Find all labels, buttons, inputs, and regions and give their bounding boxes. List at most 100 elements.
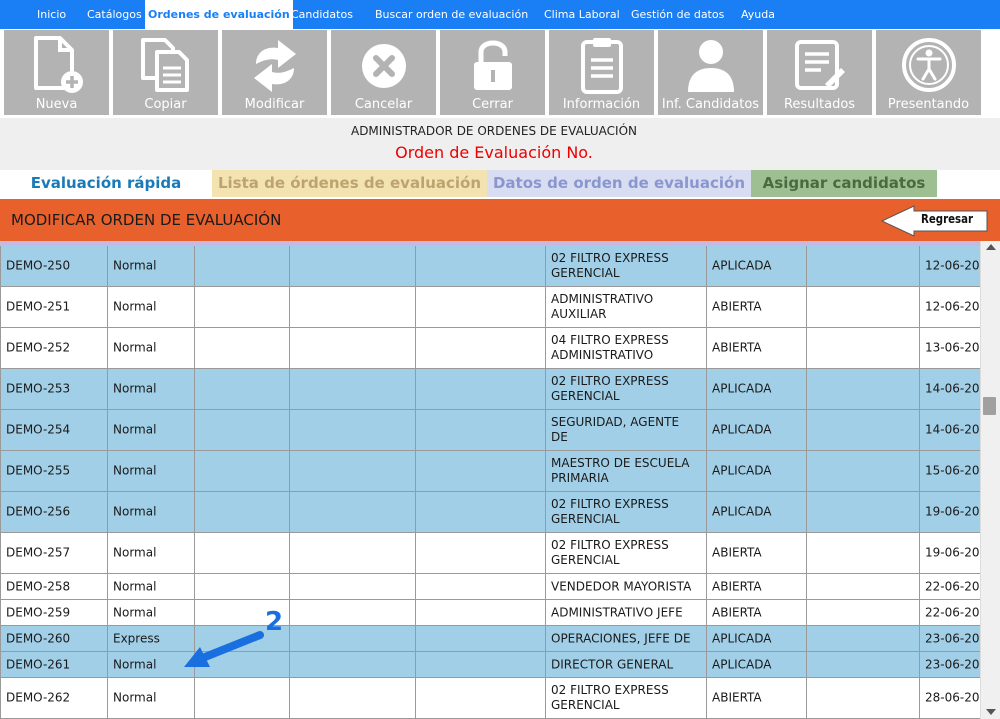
table-row[interactable]: DEMO-253 Normal 02 FILTRO EXPRESS GERENCIA… [0,369,980,410]
cancelar-button[interactable]: Cancelar [331,30,436,115]
empty-cell [416,600,546,626]
cancel-icon [361,44,406,88]
status-text: ABIERTA [712,690,762,705]
table-row[interactable]: DEMO-250 Normal 02 FILTRO EXPRESS GERENCIA… [0,246,980,287]
date-text: 12-06-20 [925,258,980,273]
empty-cell [290,369,416,410]
order-id-cell: DEMO-262 [0,678,108,719]
table-row[interactable]: DEMO-255 Normal MAESTRO DE ESCUELA PRIMARI… [0,451,980,492]
position-text: ADMINISTRATIVO AUXILIAR [551,292,654,321]
order-id-text: DEMO-261 [6,657,71,671]
empty-cell [290,626,416,652]
empty-cell [807,410,920,451]
tab-evaluacion-rapida[interactable]: Evaluación rápida [0,170,212,197]
empty-cell [195,369,290,410]
empty-cell [807,369,920,410]
status-text: APLICADA [712,258,772,273]
menu-item-gestion-de-datos[interactable]: Gestión de datos [631,0,724,29]
position-cell: 02 FILTRO EXPRESS GERENCIAL [546,246,707,287]
empty-cell [195,574,290,600]
status-text: APLICADA [712,504,772,519]
date-cell: 13-06-20 [920,328,980,369]
refresh-arrows-icon [253,40,296,92]
tab-lista-ordenes[interactable]: Lista de órdenes de evaluación [212,170,487,197]
table-row[interactable]: DEMO-256 Normal 02 FILTRO EXPRESS GERENCIA… [0,492,980,533]
order-id-text: DEMO-255 [6,463,71,478]
table-row[interactable]: DEMO-262 Normal 02 FILTRO EXPRESS GERENCIA… [0,678,980,719]
table-row[interactable]: DEMO-252 Normal 04 FILTRO EXPRESS ADMINIST… [0,328,980,369]
empty-cell [195,246,290,287]
position-text: MAESTRO DE ESCUELA PRIMARIA [551,456,690,485]
lock-icon [473,40,512,90]
nueva-button[interactable]: Nueva [4,30,109,115]
person-icon [687,40,734,92]
order-id-cell: DEMO-254 [0,410,108,451]
menu-item-ordenes-de-evaluacion[interactable]: Ordenes de evaluación [145,0,293,29]
order-id-cell: DEMO-250 [0,246,108,287]
table-row[interactable]: DEMO-261 Normal DIRECTOR GENERAL APLICADA 23… [0,652,980,678]
menu-item-clima-laboral[interactable]: Clima Laboral [544,0,620,29]
copiar-button[interactable]: Copiar [113,30,218,115]
cerrar-button[interactable]: Cerrar [440,30,545,115]
order-title: Orden de Evaluación No. [395,143,593,162]
resultados-button[interactable]: Resultados [767,30,872,115]
menu-item-ayuda[interactable]: Ayuda [741,0,775,29]
section-header: MODIFICAR ORDEN DE EVALUACIÓN Regresar [0,199,1000,241]
table-row[interactable]: DEMO-260 Express OPERACIONES, JEFE DE APLIC… [0,626,980,652]
position-cell: OPERACIONES, JEFE DE [546,626,707,652]
empty-cell [807,492,920,533]
position-cell: 02 FILTRO EXPRESS GERENCIAL [546,533,707,574]
table-row[interactable]: DEMO-258 Normal VENDEDOR MAYORISTA ABIERTA 2… [0,574,980,600]
inf-candidatos-button[interactable]: Inf. Candidatos [658,30,763,115]
informacion-button[interactable]: Información [549,30,654,115]
order-type-cell: Normal [108,574,195,600]
date-text: 22-06-20 [925,605,980,619]
empty-cell [195,410,290,451]
date-text: 23-06-20 [925,631,980,645]
position-text: 02 FILTRO EXPRESS GERENCIAL [551,538,669,567]
position-text: 02 FILTRO EXPRESS GERENCIAL [551,683,669,712]
modificar-button[interactable]: Modificar [222,30,327,115]
empty-cell [416,574,546,600]
regresar-button[interactable]: Regresar [880,205,990,241]
section-title: MODIFICAR ORDEN DE EVALUACIÓN [11,211,282,229]
table-scrollbar[interactable] [980,241,1000,719]
position-text: ADMINISTRATIVO JEFE [551,605,683,619]
order-type-cell: Normal [108,328,195,369]
status-text: ABIERTA [712,299,762,314]
position-text: 02 FILTRO EXPRESS GERENCIAL [551,251,669,280]
status-text: ABIERTA [712,605,762,619]
position-text: 02 FILTRO EXPRESS GERENCIAL [551,497,669,526]
scroll-down-arrow-icon[interactable] [986,709,996,715]
empty-cell [290,328,416,369]
order-id-text: DEMO-254 [6,422,71,437]
order-id-cell: DEMO-261 [0,652,108,678]
table-row[interactable]: DEMO-257 Normal 02 FILTRO EXPRESS GERENCIA… [0,533,980,574]
scroll-up-arrow-icon[interactable] [986,244,996,250]
position-cell: SEGURIDAD, AGENTE DE [546,410,707,451]
menu-item-catalogos[interactable]: Catálogos [87,0,142,29]
presentando-button[interactable]: Presentando [876,30,981,115]
table-row[interactable]: DEMO-259 Normal ADMINISTRATIVO JEFE ABIERTA… [0,600,980,626]
order-id-text: DEMO-250 [6,258,71,273]
order-type-text: Normal [113,463,157,478]
date-cell: 15-06-20 [920,451,980,492]
status-text: ABIERTA [712,340,762,355]
date-cell: 19-06-20 [920,492,980,533]
menu-item-buscar-orden[interactable]: Buscar orden de evaluación [375,0,528,29]
order-type-cell: Normal [108,369,195,410]
date-text: 12-06-20 [925,299,980,314]
tab-asignar-candidatos[interactable]: Asignar candidatos [751,170,937,197]
menu-item-inicio[interactable]: Inicio [37,0,66,29]
order-id-text: DEMO-256 [6,504,71,519]
scroll-thumb[interactable] [983,397,996,415]
order-id-text: DEMO-258 [6,579,71,593]
date-cell: 12-06-20 [920,246,980,287]
table-row[interactable]: DEMO-254 Normal SEGURIDAD, AGENTE DE APLICA… [0,410,980,451]
tab-datos-orden[interactable]: Datos de orden de evaluación [487,170,751,197]
order-id-cell: DEMO-255 [0,451,108,492]
menu-item-candidatos[interactable]: Candidatos [291,0,353,29]
status-cell: APLICADA [707,246,807,287]
order-type-text: Normal [113,657,157,671]
table-row[interactable]: DEMO-251 Normal ADMINISTRATIVO AUXILIAR ABI… [0,287,980,328]
